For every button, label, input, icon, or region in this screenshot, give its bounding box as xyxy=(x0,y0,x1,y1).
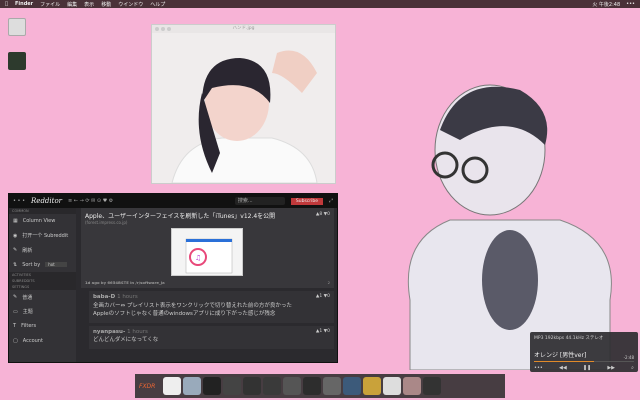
menu-view[interactable]: 表示 xyxy=(84,1,94,8)
dock-app-icon[interactable] xyxy=(243,377,261,395)
zoom-button[interactable] xyxy=(167,27,171,31)
dock-app-icon[interactable] xyxy=(163,377,181,395)
menu-go[interactable]: 移動 xyxy=(101,1,111,8)
comment-text: 全画カバー⇔ プレイリスト表示をワンクリックで切り替えれた前の方が良かった xyxy=(93,302,292,309)
dock-app-icon[interactable] xyxy=(343,377,361,395)
grid-icon: ▦ xyxy=(13,218,18,225)
app-logo: Redditor xyxy=(31,197,63,205)
dock-label: FXDR xyxy=(139,382,156,390)
post: Apple、ユーザーインターフェイスを刷新した「iTunes」v12.4を公開 … xyxy=(81,208,334,288)
pause-icon[interactable]: ❚❚ xyxy=(583,365,591,371)
sort-icon: ⇅ xyxy=(13,261,18,268)
dock-app-icon[interactable] xyxy=(283,377,301,395)
reddit-client-window: • • • Redditor ≡ ← → ⟳ ✉ ⊙ ♥ ⚙ 搜索... Sub… xyxy=(8,193,338,363)
post-title[interactable]: Apple、ユーザーインターフェイスを刷新した「iTunes」v12.4を公開 xyxy=(85,211,330,220)
account-icon: ▢ xyxy=(13,337,18,344)
comment-votes[interactable]: ▲1 ▼0 xyxy=(316,329,330,334)
menu-window[interactable]: ウインドウ xyxy=(118,1,143,8)
track-info: MP3 192kbps 44.1kHz ステレオ xyxy=(534,336,604,341)
sidebar-item-column-view[interactable]: ▦ Column View xyxy=(9,214,76,229)
menu-edit[interactable]: 編集 xyxy=(67,1,77,8)
filter-icon: T xyxy=(13,323,17,330)
wrench-icon: ✎ xyxy=(13,294,18,301)
wrench-icon: ✎ xyxy=(13,247,18,254)
comment-user[interactable]: nyanpasu- xyxy=(93,329,125,335)
dock-app-icon[interactable] xyxy=(203,377,221,395)
toolbar: • • • Redditor ≡ ← → ⟳ ✉ ⊙ ♥ ⚙ 搜索... Sub… xyxy=(9,194,337,208)
svg-text:♫: ♫ xyxy=(195,254,201,262)
sidebar-item-general[interactable]: ✎ 普通 xyxy=(9,290,76,305)
comment-votes[interactable]: ▲1 ▼0 xyxy=(316,294,330,299)
sidebar-item-filters[interactable]: T Filters xyxy=(9,319,76,334)
more-icon[interactable]: ••• xyxy=(534,365,543,371)
menu-file[interactable]: ファイル xyxy=(40,1,60,8)
search-input[interactable]: 搜索... xyxy=(234,197,285,205)
window-controls[interactable]: • • • xyxy=(13,198,25,204)
preview-titlebar[interactable]: ハンド.jpg xyxy=(152,25,335,33)
preview-window: ハンド.jpg xyxy=(151,24,336,184)
apple-icon[interactable]:  xyxy=(5,1,8,7)
preview-title: ハンド.jpg xyxy=(232,26,255,31)
portrait-image xyxy=(152,33,335,184)
search-icon[interactable]: ⌕ xyxy=(631,365,634,371)
menu-finder[interactable]: Finder xyxy=(15,1,33,7)
post-meta: 1d ago by 6654BSTE in /r/software_ja 2 xyxy=(85,280,330,285)
music-player: MP3 192kbps 44.1kHz ステレオ オレンジ [男性ver] -2… xyxy=(530,332,638,372)
post-votes[interactable]: ▲8 ▼0 xyxy=(316,212,330,217)
dock-app-icon[interactable] xyxy=(363,377,381,395)
sidebar-item-refresh[interactable]: ✎ 刷新 xyxy=(9,243,76,258)
sort-by: ⇅ Sort by hot xyxy=(9,258,76,273)
comment-text: Appleのソフトじゃなく普通のwindowsアプリに成り下がった感じが残念 xyxy=(93,311,276,318)
rewind-icon[interactable]: ◀◀ xyxy=(559,365,567,371)
eye-icon: ◉ xyxy=(13,232,18,239)
dock-app-icon[interactable] xyxy=(303,377,321,395)
more-icon[interactable]: ••• xyxy=(626,1,635,8)
time-remaining: -2:48 xyxy=(623,355,634,360)
sidebar-item-account[interactable]: ▢ Account xyxy=(9,334,76,349)
dock-app-icon[interactable] xyxy=(183,377,201,395)
sort-select[interactable]: hot xyxy=(45,262,67,268)
close-button[interactable] xyxy=(155,27,159,31)
sidebar: COMMON ▦ Column View ◉ 打开一个 Subreddit ✎ 刷新 … xyxy=(9,208,76,362)
monitor-icon: ▭ xyxy=(13,308,18,315)
dock-trash-icon[interactable] xyxy=(423,377,441,395)
comment: baba-D 1 hours ▲1 ▼0 全画カバー⇔ プレイリスト表示をワンク… xyxy=(89,291,334,323)
dock-app-icon[interactable] xyxy=(403,377,421,395)
post-view: Apple、ユーザーインターフェイスを刷新した「iTunes」v12.4を公開 … xyxy=(81,208,334,362)
comment-count[interactable]: 2 xyxy=(328,280,330,285)
minimize-button[interactable] xyxy=(161,27,165,31)
forward-icon[interactable]: ▶▶ xyxy=(607,365,615,371)
wallpaper-illustration xyxy=(370,70,640,372)
progress-bar[interactable] xyxy=(534,361,634,362)
clock[interactable]: 火 午後2:48 xyxy=(592,1,620,8)
dock-app-icon[interactable] xyxy=(383,377,401,395)
dock: FXDR xyxy=(135,374,505,398)
comment-user[interactable]: baba-D xyxy=(93,294,115,300)
sidebar-item-theme[interactable]: ▭ 主题 xyxy=(9,305,76,320)
dock-app-icon[interactable] xyxy=(263,377,281,395)
subscribe-button[interactable]: Subscribe xyxy=(290,197,323,205)
menu-help[interactable]: ヘルプ xyxy=(150,1,165,8)
post-image[interactable]: ♫ xyxy=(171,228,243,276)
menu-bar:  Finder ファイル 編集 表示 移動 ウインドウ ヘルプ 火 午後2:4… xyxy=(0,0,640,8)
expand-icon[interactable]: ⤢ xyxy=(329,198,333,204)
folder-icon[interactable] xyxy=(8,52,26,70)
dock-app-icon[interactable] xyxy=(223,377,241,395)
comment-text: どんどんダメになってくな xyxy=(93,337,159,344)
sidebar-item-open-subreddit[interactable]: ◉ 打开一个 Subreddit xyxy=(9,229,76,244)
dock-app-icon[interactable] xyxy=(323,377,341,395)
post-source[interactable]: (forest.impress.co.jp) xyxy=(85,220,330,225)
nav-icons[interactable]: ≡ ← → ⟳ ✉ ⊙ ♥ ⚙ xyxy=(68,198,113,204)
track-title: オレンジ [男性ver] xyxy=(534,352,587,359)
hard-drive-icon[interactable] xyxy=(8,18,26,36)
comment: nyanpasu- 1 hours ▲1 ▼0 どんどんダメになってくな xyxy=(89,325,334,349)
